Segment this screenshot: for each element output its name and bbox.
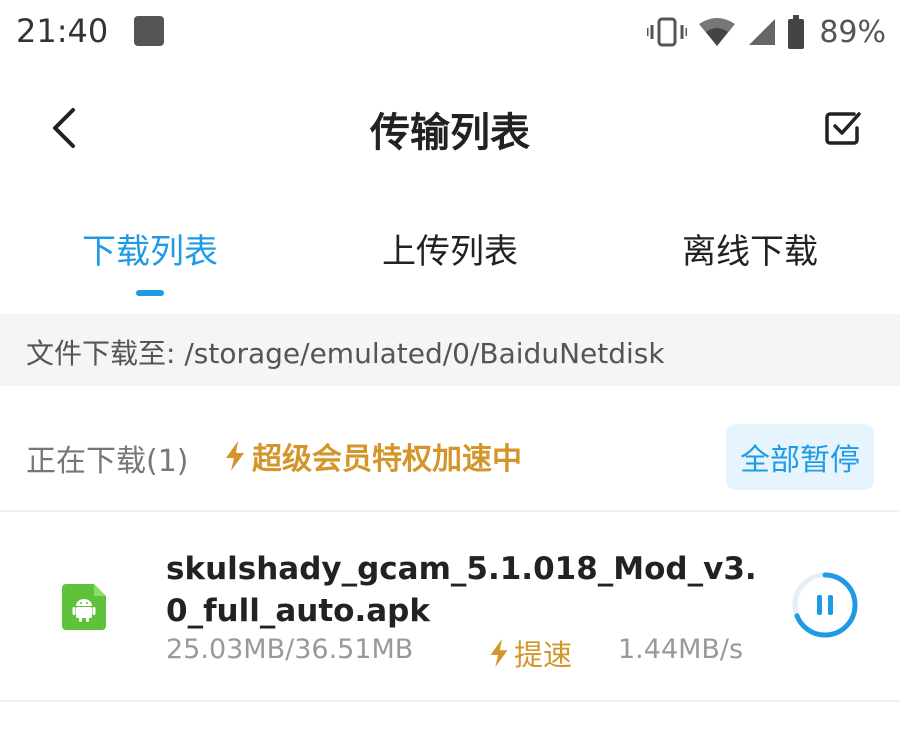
pause-download-button[interactable] — [790, 570, 860, 640]
lightning-icon — [490, 638, 508, 668]
tab-download-list[interactable]: 下载列表 — [0, 224, 300, 273]
transfer-tabs: 下载列表 上传列表 离线下载 — [0, 210, 900, 310]
boost-button[interactable]: 提速 — [488, 632, 572, 674]
signal-icon — [749, 19, 776, 45]
downloading-count: 正在下载(1) — [26, 444, 189, 479]
divider — [0, 510, 900, 512]
status-icons: 89% — [647, 10, 886, 54]
status-time: 21:40 — [16, 12, 109, 50]
pause-icon-bar — [828, 595, 833, 615]
vibrate-icon — [647, 17, 688, 47]
page-title: 传输列表 — [370, 110, 530, 156]
download-item[interactable]: skulshady_gcam_5.1.018_Mod_v3.0_full_aut… — [0, 514, 900, 700]
pause-icon — [817, 595, 822, 615]
pause-all-button[interactable]: 全部暂停 — [726, 424, 874, 490]
download-path-text: 文件下载至: /storage/emulated/0/BaiduNetdisk — [26, 337, 665, 370]
battery-percent: 89% — [819, 14, 886, 50]
file-size-progress: 25.03MB/36.51MB — [166, 634, 414, 665]
android-apk-icon — [62, 584, 106, 630]
tab-upload-list[interactable]: 上传列表 — [300, 224, 600, 273]
vip-boost-indicator: 超级会员特权加速中 — [224, 434, 522, 478]
status-bar: 21:40 89% — [0, 0, 900, 64]
boost-label: 提速 — [514, 638, 573, 672]
download-speed: 1.44MB/s — [618, 634, 744, 665]
downloading-section-header: 正在下载(1) 超级会员特权加速中 全部暂停 — [0, 420, 900, 494]
file-name: skulshady_gcam_5.1.018_Mod_v3.0_full_aut… — [166, 551, 757, 629]
checkbox-icon — [825, 112, 861, 145]
wifi-icon — [699, 18, 736, 46]
divider — [0, 700, 900, 702]
app-header: 传输列表 — [0, 64, 900, 190]
multi-select-button[interactable] — [818, 104, 866, 152]
notification-square-icon — [134, 16, 164, 46]
download-path-bar[interactable]: 文件下载至: /storage/emulated/0/BaiduNetdisk — [0, 314, 900, 386]
tab-active-indicator — [136, 290, 164, 296]
vip-boost-text: 超级会员特权加速中 — [252, 442, 522, 477]
battery-icon — [788, 15, 805, 49]
lightning-icon — [226, 441, 244, 471]
tab-offline-download[interactable]: 离线下载 — [600, 224, 900, 273]
